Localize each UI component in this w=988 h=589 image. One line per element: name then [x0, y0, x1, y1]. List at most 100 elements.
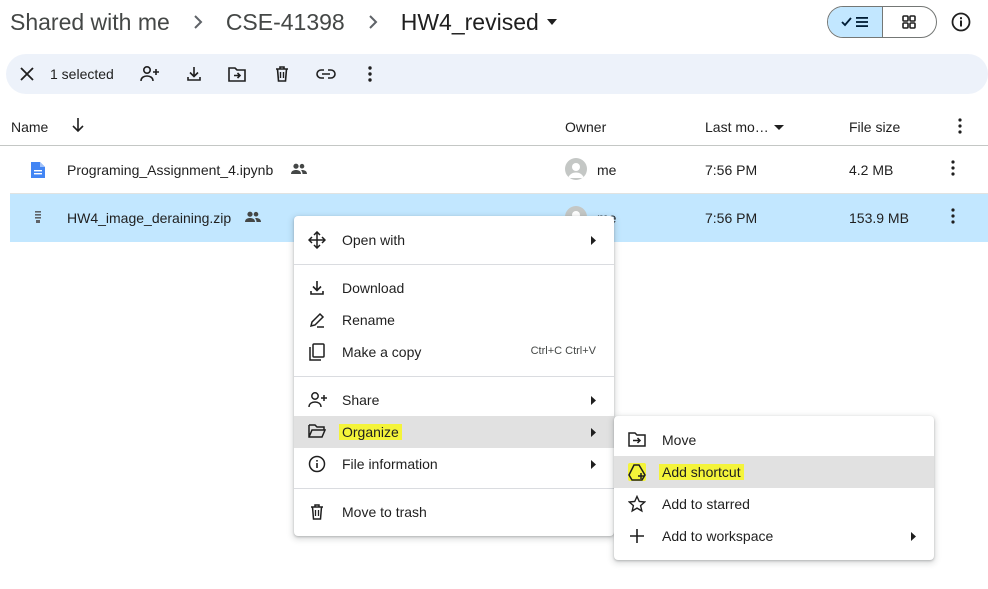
details-info-icon[interactable] — [950, 11, 972, 33]
document-icon — [30, 161, 46, 179]
menu-item-label: File information — [342, 456, 438, 472]
table-header: Name Owner Last mo… File size — [0, 106, 988, 146]
menu-item-organize[interactable]: Organize — [294, 416, 614, 448]
file-name: Programing_Assignment_4.ipynb — [67, 162, 274, 178]
table-row[interactable]: Programing_Assignment_4.ipynb me 7:56 PM… — [10, 146, 988, 194]
move-button[interactable] — [227, 64, 247, 84]
list-view-button[interactable] — [828, 7, 883, 37]
menu-item-open-with[interactable]: Open with — [294, 224, 614, 256]
submenu-item-label: Add shortcut — [659, 464, 744, 480]
submenu-item-add-to-workspace[interactable]: Add to workspace — [614, 520, 934, 552]
row-more-vert-icon[interactable] — [951, 160, 955, 176]
last-modified: 7:56 PM — [705, 210, 758, 226]
menu-item-label: Move to trash — [342, 504, 427, 520]
zip-icon — [34, 211, 42, 223]
menu-item-label: Download — [342, 280, 405, 296]
more-actions-button[interactable] — [360, 64, 380, 84]
download-button[interactable] — [184, 64, 204, 84]
submenu-arrow-icon — [591, 428, 596, 437]
organize-submenu: Move Add shortcut Add to starred Add to … — [614, 416, 934, 560]
last-modified: 7:56 PM — [705, 162, 758, 178]
move-to-folder-icon — [228, 67, 246, 82]
file-size: 153.9 MB — [849, 210, 909, 226]
menu-item-label: Rename — [342, 312, 395, 328]
breadcrumb-current-folder[interactable]: HW4_revised — [401, 9, 557, 36]
submenu-item-label: Move — [662, 432, 697, 448]
menu-divider — [294, 264, 614, 265]
submenu-item-move[interactable]: Move — [614, 424, 934, 456]
shared-people-icon — [291, 163, 307, 175]
trash-button[interactable] — [272, 64, 292, 84]
checked-list-icon — [841, 17, 868, 27]
clear-selection-button[interactable] — [17, 64, 37, 84]
file-name: HW4_image_deraining.zip — [67, 210, 232, 226]
menu-item-label: Share — [342, 392, 380, 408]
submenu-arrow-icon — [591, 396, 596, 405]
menu-item-make-a-copy[interactable]: Make a copy Ctrl+C Ctrl+V — [294, 336, 614, 368]
breadcrumb-folder[interactable]: CSE-41398 — [226, 9, 345, 36]
row-more-vert-icon[interactable] — [951, 208, 955, 224]
menu-item-label: Open with — [342, 232, 406, 248]
selection-count: 1 selected — [50, 66, 114, 82]
shared-people-icon — [245, 211, 261, 223]
view-toggle — [827, 6, 937, 38]
rename-icon — [308, 311, 326, 329]
column-last-modified[interactable]: Last mo… — [705, 119, 769, 135]
star-icon — [628, 495, 646, 513]
context-menu: Open with Download Rename Make a copy Ct… — [294, 216, 614, 536]
column-file-size[interactable]: File size — [849, 119, 900, 135]
close-icon — [20, 67, 34, 81]
submenu-item-label: Add to starred — [662, 496, 750, 512]
caret-down-icon[interactable] — [774, 125, 784, 130]
menu-item-label: Organize — [339, 424, 402, 440]
breadcrumb-shared-with-me[interactable]: Shared with me — [10, 9, 170, 36]
sort-arrow-down-icon[interactable] — [72, 117, 84, 133]
selection-toolbar: 1 selected — [6, 54, 988, 94]
share-icon — [308, 391, 327, 409]
more-vert-icon[interactable] — [958, 118, 962, 134]
trash-icon — [276, 66, 288, 82]
menu-divider — [294, 488, 614, 489]
menu-item-download[interactable]: Download — [294, 272, 614, 304]
submenu-item-label: Add to workspace — [662, 528, 774, 544]
keyboard-shortcut: Ctrl+C Ctrl+V — [530, 345, 596, 357]
caret-down-icon — [546, 19, 557, 25]
submenu-item-add-shortcut[interactable]: Add shortcut — [614, 456, 934, 488]
menu-item-rename[interactable]: Rename — [294, 304, 614, 336]
submenu-arrow-icon — [591, 460, 596, 469]
trash-icon — [308, 503, 326, 521]
file-size: 4.2 MB — [849, 162, 894, 178]
open-with-icon — [308, 231, 326, 249]
folder-open-icon — [308, 423, 326, 441]
share-button[interactable] — [140, 64, 160, 84]
add-person-icon — [140, 65, 159, 82]
owner: me — [597, 162, 617, 178]
avatar — [565, 158, 587, 180]
menu-item-share[interactable]: Share — [294, 384, 614, 416]
add-shortcut-icon — [628, 463, 646, 481]
grid-view-button[interactable] — [883, 7, 937, 37]
info-icon — [308, 455, 326, 473]
link-icon — [316, 69, 336, 79]
copy-icon — [308, 343, 326, 361]
plus-icon — [628, 527, 646, 545]
submenu-arrow-icon — [911, 532, 916, 541]
submenu-item-add-to-starred[interactable]: Add to starred — [614, 488, 934, 520]
move-icon — [628, 431, 646, 449]
chevron-right-icon — [345, 15, 401, 29]
menu-item-move-to-trash[interactable]: Move to trash — [294, 496, 614, 528]
download-icon — [308, 279, 326, 297]
grid-icon — [902, 15, 917, 29]
more-vert-icon — [368, 66, 372, 82]
menu-divider — [294, 376, 614, 377]
menu-item-file-information[interactable]: File information — [294, 448, 614, 480]
menu-item-label: Make a copy — [342, 344, 422, 360]
column-owner[interactable]: Owner — [565, 119, 606, 135]
chevron-right-icon — [170, 15, 226, 29]
copy-link-button[interactable] — [316, 64, 336, 84]
breadcrumb: Shared with me CSE-41398 HW4_revised — [10, 4, 557, 40]
submenu-arrow-icon — [591, 236, 596, 245]
download-icon — [187, 67, 201, 81]
current-folder-name: HW4_revised — [400, 8, 539, 35]
column-name[interactable]: Name — [11, 119, 48, 135]
